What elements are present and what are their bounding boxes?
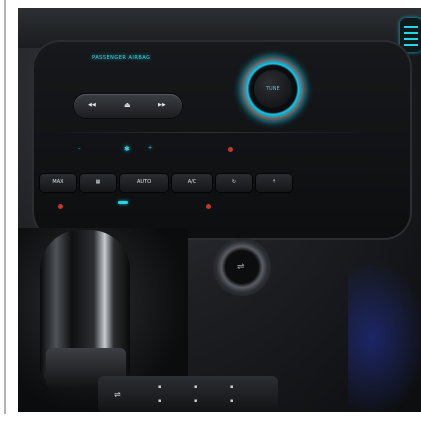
recirculation-icon: ↻ [216,174,252,192]
climate-buttons: MAX ▦ AUTO A/C ↻ ⇡ [40,174,340,192]
image-frame: PASSENGER AIRBAG ◀◀ ⏏ ▶▶ TUNE – ✱ + MAX … [0,0,421,421]
usb-icon: ⇌ [237,262,245,272]
heated-seat-left-icon [58,204,63,209]
max-defrost-button: MAX [40,174,76,192]
control-bezel [32,40,412,240]
fan-up-icon: + [148,145,153,151]
auto-button: AUTO [120,174,168,192]
trim-line [48,132,368,133]
seek-back-icon: ◀◀ [88,102,96,108]
ac-button: A/C [172,174,212,192]
defrost-icon: ▦ [80,174,116,192]
usb-icon-lower: ⇌ [114,390,121,399]
media-controls: ◀◀ ⏏ ▶▶ [74,94,182,118]
switch-3: ▪ [230,384,234,390]
switch-4: ▪ [158,398,162,404]
fan-icon: ✱ [124,145,131,153]
tune-knob-label: TUNE [266,86,280,92]
seek-forward-icon: ▶▶ [158,102,166,108]
fan-controls: – ✱ + [78,141,278,157]
airbag-indicator-label: PASSENGER AIRBAG [92,55,151,61]
switch-5: ▪ [194,398,198,404]
switch-2: ▪ [194,384,198,390]
vent-mode-icon: ⇡ [256,174,292,192]
left-border [4,0,6,414]
heated-seat-right-icon [206,204,211,209]
switch-6: ▪ [230,398,234,404]
switch-1: ▪ [158,384,162,390]
fan-down-icon: – [78,146,81,152]
eject-icon: ⏏ [124,101,131,109]
temp-indicator [228,147,233,152]
lower-switch-panel: ⇌ ▪ ▪ ▪ ▪ ▪ ▪ [98,376,278,412]
console-photo: PASSENGER AIRBAG ◀◀ ⏏ ▶▶ TUNE – ✱ + MAX … [18,8,421,412]
ambient-light [348,258,421,412]
status-indicator [118,201,128,204]
